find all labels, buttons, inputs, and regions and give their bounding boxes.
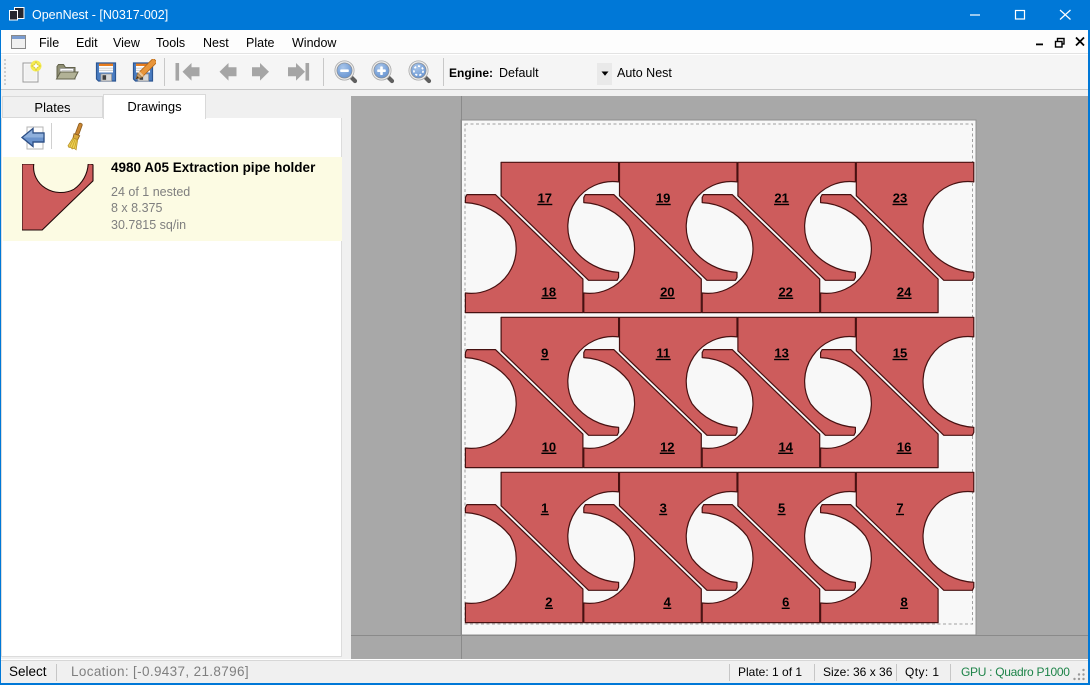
svg-text:2: 2	[545, 595, 552, 610]
svg-text:18: 18	[542, 285, 556, 300]
svg-text:8: 8	[900, 595, 907, 610]
svg-text:9: 9	[541, 346, 548, 361]
svg-text:13: 13	[774, 346, 788, 361]
svg-text:4: 4	[664, 595, 672, 610]
svg-text:7: 7	[896, 501, 903, 516]
svg-text:1: 1	[541, 501, 548, 516]
svg-text:6: 6	[782, 595, 789, 610]
svg-text:24: 24	[897, 285, 912, 300]
svg-text:19: 19	[656, 191, 670, 206]
svg-text:10: 10	[542, 440, 556, 455]
svg-text:14: 14	[778, 440, 793, 455]
svg-text:22: 22	[778, 285, 792, 300]
svg-text:16: 16	[897, 440, 911, 455]
svg-text:5: 5	[778, 501, 785, 516]
svg-text:15: 15	[893, 346, 907, 361]
svg-text:20: 20	[660, 285, 674, 300]
svg-text:17: 17	[538, 191, 552, 206]
svg-text:12: 12	[660, 440, 674, 455]
svg-text:11: 11	[656, 346, 670, 361]
svg-text:23: 23	[893, 191, 907, 206]
svg-text:3: 3	[660, 501, 667, 516]
svg-text:21: 21	[774, 191, 788, 206]
